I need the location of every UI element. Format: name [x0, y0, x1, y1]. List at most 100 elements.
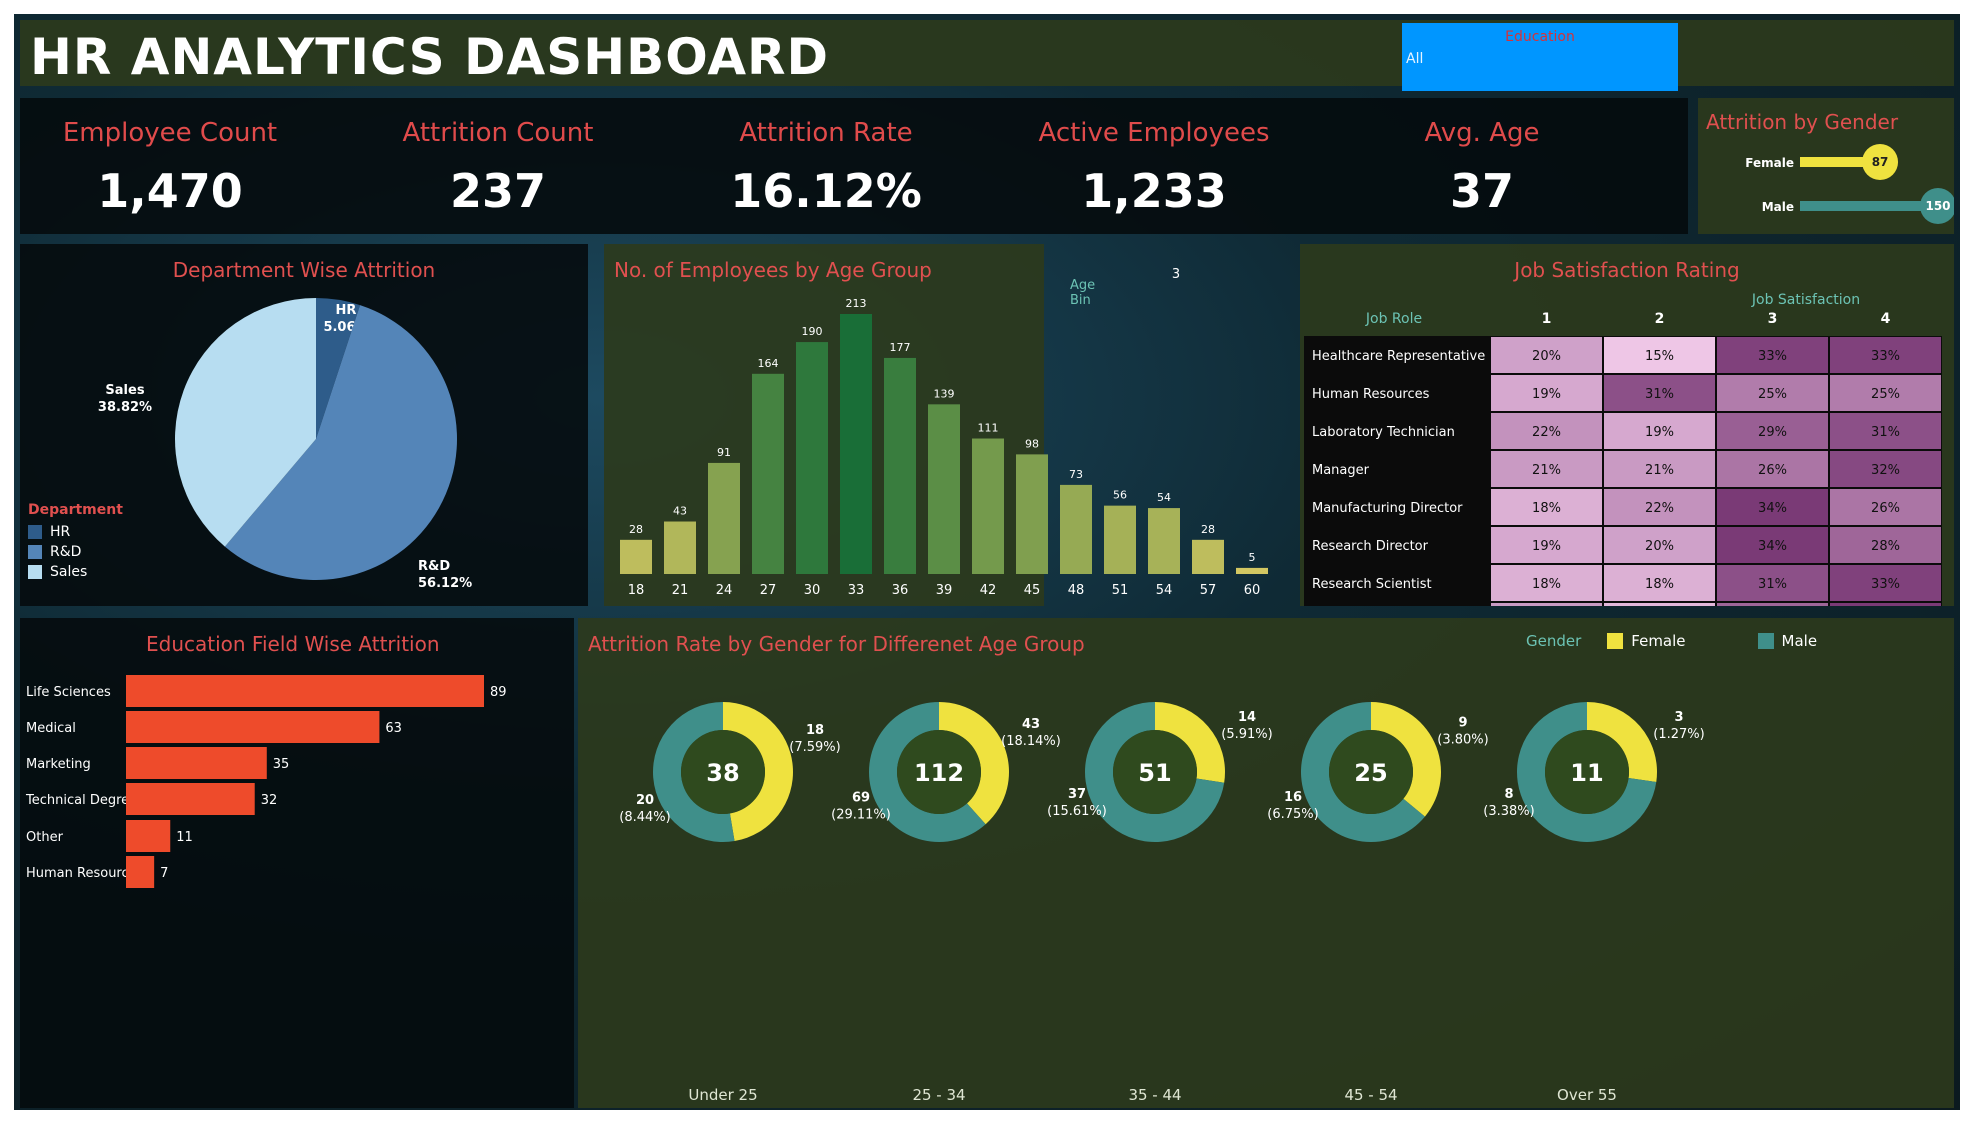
donut-male-pct: (29.11%): [831, 808, 891, 823]
donut-group-label: 45 - 54: [1344, 1086, 1397, 1104]
heatmap-cell-value: 33%: [1871, 577, 1900, 592]
education-value-label: 89: [490, 685, 507, 700]
age-bar-value-label: 111: [978, 422, 999, 435]
education-filter-label: Education: [1505, 29, 1575, 45]
heatmap-cell-value: 19%: [1645, 425, 1674, 440]
donut-male-value: 16: [1284, 790, 1302, 805]
kpi-value: 16.12%: [730, 164, 922, 218]
kpi-label: Avg. Age: [1424, 118, 1540, 148]
pie-category-label: Sales: [105, 383, 144, 398]
gender-value-label: 150: [1925, 199, 1950, 213]
age-tick-label: 24: [716, 583, 733, 598]
gender-category-label: Male: [1762, 200, 1794, 214]
department-panel: Department Wise Attrition HR 5.06% R&D 56.1…: [20, 244, 588, 606]
gender-value-label: 87: [1872, 155, 1889, 169]
donut-female-value: 18: [806, 723, 824, 738]
donut-total-label: 112: [914, 759, 964, 787]
education-category-label: Human Resources: [26, 866, 144, 881]
age-tick-label: 48: [1068, 583, 1085, 598]
heatmap-cell-value: 18%: [1532, 577, 1561, 592]
age-bar-value-label: 98: [1025, 437, 1039, 450]
education-filter[interactable]: Education All: [1402, 23, 1678, 91]
kpi-label: Employee Count: [62, 118, 278, 148]
age-tick-label: 36: [892, 583, 909, 598]
age-tick-label: 45: [1024, 583, 1041, 598]
page-title: HR ANALYTICS DASHBOARD: [30, 28, 830, 86]
donut-group-label: Under 25: [688, 1086, 757, 1104]
age-bar: [884, 357, 916, 574]
education-value-label: 35: [273, 757, 290, 772]
age-tick-label: 60: [1244, 583, 1261, 598]
heatmap-cell-value: 31%: [1871, 425, 1900, 440]
education-category-label: Life Sciences: [26, 685, 111, 700]
legend-swatch: [28, 525, 42, 539]
age-bar-value-label: 28: [629, 523, 643, 536]
age-bar: [1148, 508, 1180, 574]
job-satisfaction-panel: Job Satisfaction Rating Job Satisfaction…: [1300, 244, 1954, 606]
heatmap-cell-value: 31%: [1645, 387, 1674, 402]
pie-category-label: HR: [336, 303, 357, 318]
age-bar-value-label: 177: [890, 341, 911, 354]
pie-category-label: R&D: [418, 559, 450, 574]
gender-age-donut-charts: 3818(7.59%)20(8.44%)Under 2511243(18.14%…: [619, 702, 1705, 1104]
heatmap-cell-value: 29%: [1758, 425, 1787, 440]
job-role-label: Research Scientist: [1312, 577, 1432, 592]
legend-title: Department: [28, 502, 123, 518]
legend-label: HR: [50, 524, 71, 540]
donut-male-value: 20: [636, 793, 654, 808]
gender-category-label: Female: [1745, 156, 1794, 170]
education-category-label: Technical Degree: [25, 793, 137, 808]
education-bar: [126, 711, 380, 743]
donut-male-pct: (15.61%): [1047, 804, 1107, 819]
donut-female-pct: (3.80%): [1437, 733, 1488, 748]
donut-female-value: 43: [1022, 717, 1040, 732]
age-bin-value: 3: [1172, 267, 1180, 282]
donut-group-label: 25 - 34: [912, 1086, 965, 1104]
heatmap-cell-value: 26%: [1871, 501, 1900, 516]
heatmap-cell-value: 18%: [1532, 501, 1561, 516]
age-group-panel: No. of Employees by Age Group Age Bin 32…: [604, 244, 1268, 606]
heatmap-cell-value: 33%: [1871, 349, 1900, 364]
heatmap-cell-value: 21%: [1532, 463, 1561, 478]
donut-group-label: Over 55: [1557, 1086, 1617, 1104]
pie-percent-label: 56.12%: [418, 576, 472, 591]
legend-item-sales[interactable]: Sales: [28, 562, 123, 582]
age-bar-value-label: 56: [1113, 489, 1127, 502]
education-category-label: Other: [26, 830, 64, 845]
legend-item-hr[interactable]: HR: [28, 522, 123, 542]
age-bar-value-label: 139: [934, 387, 955, 400]
age-bar: [1016, 454, 1048, 574]
donut-total-label: 51: [1138, 759, 1171, 787]
legend-item-rd[interactable]: R&D: [28, 542, 123, 562]
gender-bar-chart: Female 87 Male 150: [1745, 144, 1954, 224]
job-satisfaction-column-label: 4: [1881, 311, 1891, 327]
donut-female-pct: (7.59%): [789, 740, 840, 755]
education-category-label: Medical: [26, 721, 76, 736]
heatmap-cell-value: 18%: [1645, 577, 1674, 592]
age-bar-value-label: 5: [1249, 551, 1256, 564]
donut-male-value: 8: [1504, 787, 1513, 802]
education-value-label: 32: [261, 793, 278, 808]
kpi-value: 1,233: [1081, 164, 1227, 218]
gender-panel: Attrition by Gender Female 87 Male 150: [1698, 98, 1954, 234]
heatmap-cell-value: 31%: [1758, 577, 1787, 592]
age-bar: [620, 539, 652, 574]
donut-female-pct: (1.27%): [1653, 727, 1704, 742]
kpi-label: Attrition Rate: [739, 118, 913, 148]
education-bar-chart: Life Sciences 89 Medical 63 Marketing 35 Techn…: [25, 675, 507, 888]
education-category-label: Marketing: [26, 757, 91, 772]
job-satisfaction-column-label: 2: [1655, 311, 1665, 327]
donut-male-pct: (8.44%): [619, 810, 670, 825]
heatmap-cell-value: 25%: [1758, 387, 1787, 402]
heatmap-cell-value: 20%: [1645, 539, 1674, 554]
age-bar-value-label: 28: [1201, 523, 1215, 536]
kpi-label: Attrition Count: [402, 118, 594, 148]
age-bar: [664, 521, 696, 574]
heatmap-cell-value: 15%: [1645, 349, 1674, 364]
job-satisfaction-column-label: 1: [1542, 311, 1552, 327]
education-filter-value: All: [1406, 51, 1424, 67]
heatmap-cell: [1491, 603, 1602, 606]
heatmap-cell-value: 32%: [1871, 463, 1900, 478]
job-satisfaction-column-label: 3: [1768, 311, 1778, 327]
age-bar-value-label: 190: [802, 325, 823, 338]
